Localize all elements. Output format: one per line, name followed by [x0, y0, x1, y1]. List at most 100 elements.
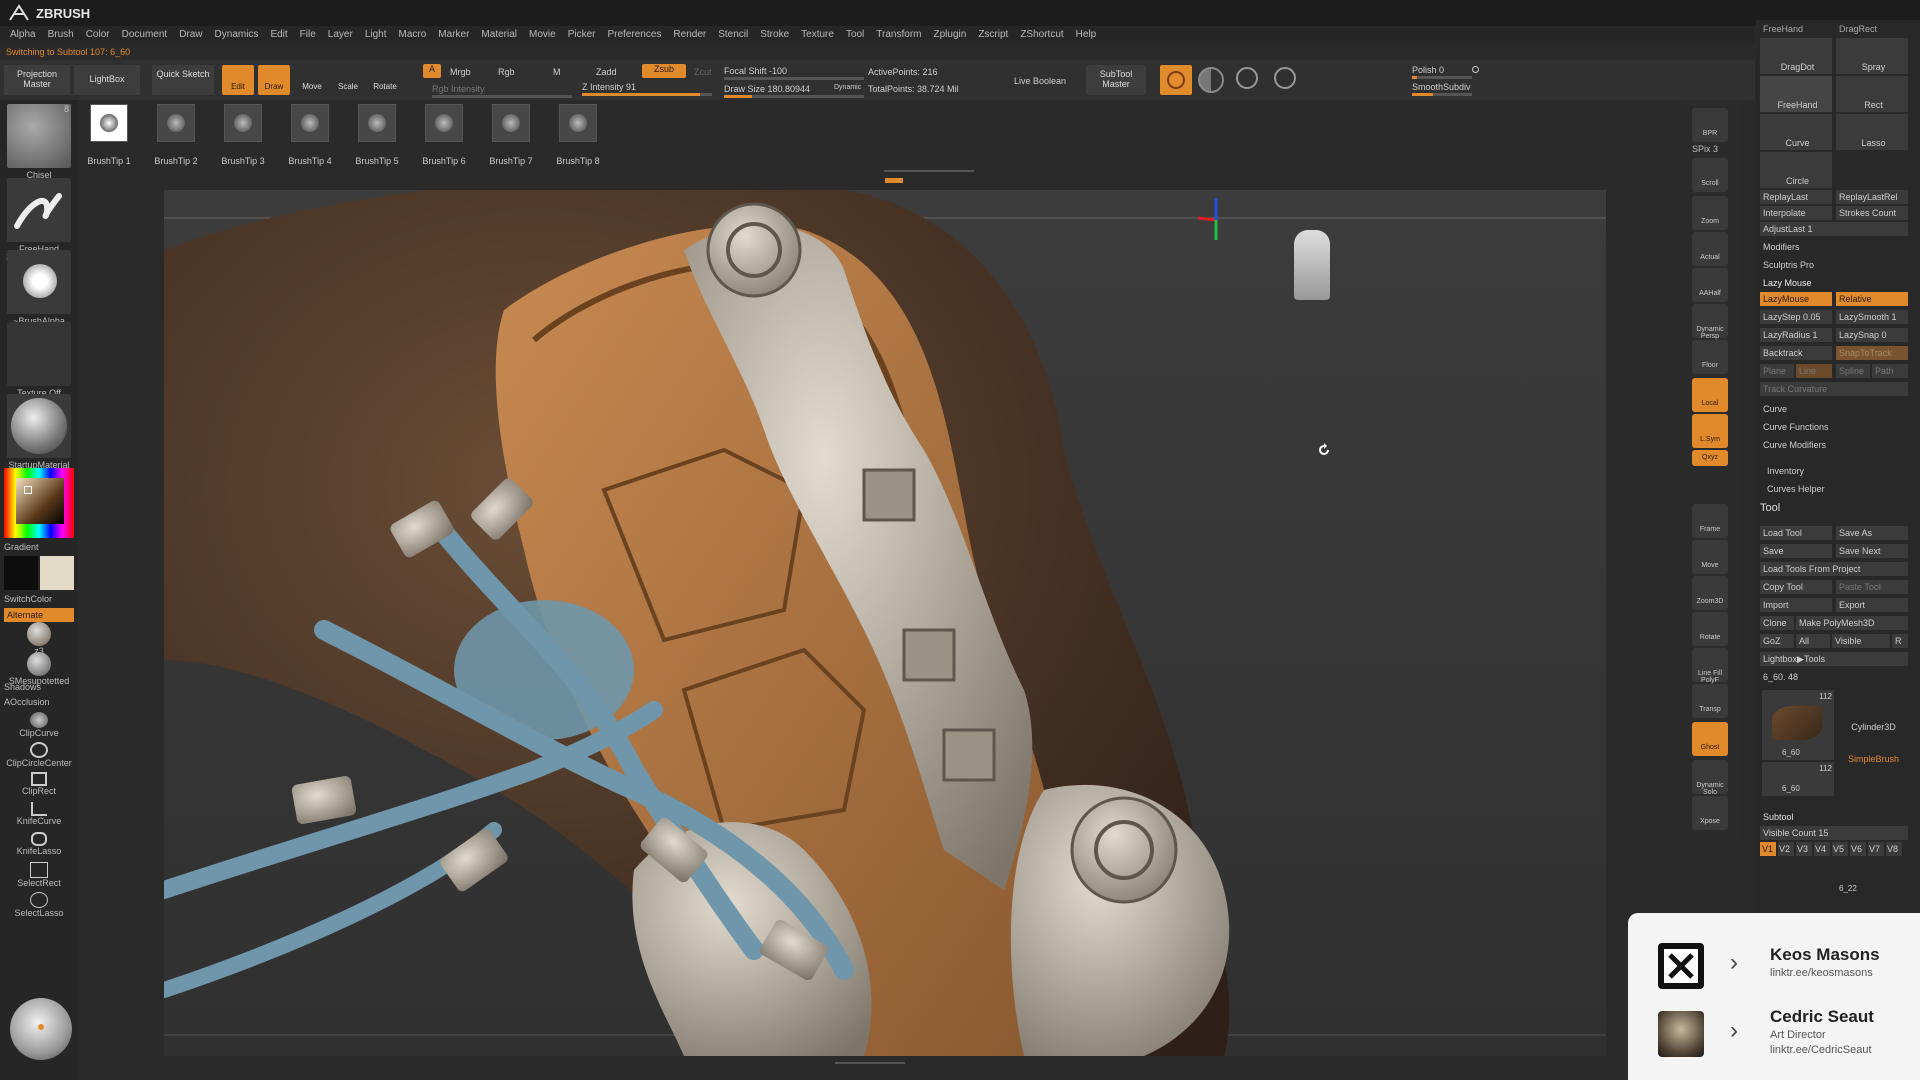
tool-palette-title[interactable]: Tool [1760, 502, 1780, 514]
rotate-button[interactable]: Rotate [368, 65, 402, 95]
projection-master-button[interactable]: Projection Master [4, 65, 70, 95]
replay-last-button[interactable]: ReplayLast [1760, 190, 1832, 204]
polish-slider[interactable]: Polish 0 [1412, 65, 1444, 75]
scroll-button[interactable]: Scroll [1692, 158, 1728, 192]
subtool-master-button[interactable]: SubTool Master [1086, 65, 1146, 95]
move-button[interactable]: Move [296, 65, 328, 95]
tool-thumb-second[interactable]: 112 6_60 [1762, 762, 1834, 796]
aahalf-button[interactable]: AAHalf [1692, 268, 1728, 302]
brush-tip[interactable]: BrushTip 2 [151, 104, 201, 166]
symmetry-d-icon[interactable] [1236, 67, 1258, 89]
lazysmooth-slider[interactable]: LazySmooth 1 [1836, 310, 1908, 324]
clone-button[interactable]: Clone [1760, 616, 1794, 630]
curve-functions-section[interactable]: Curve Functions [1760, 420, 1908, 434]
load-tools-from-project-button[interactable]: Load Tools From Project [1760, 562, 1908, 576]
strokes-count-slider[interactable]: Strokes Count [1836, 206, 1908, 220]
xpose-button[interactable]: Xpose [1692, 796, 1728, 830]
save-button[interactable]: Save [1760, 544, 1832, 558]
zcut-toggle[interactable]: Zcut [694, 67, 712, 77]
menu-edit[interactable]: Edit [264, 26, 293, 44]
zoom3d-button[interactable]: Zoom3D [1692, 576, 1728, 610]
export-button[interactable]: Export [1836, 598, 1908, 612]
goz-all-button[interactable]: All [1796, 634, 1830, 648]
menu-file[interactable]: File [294, 26, 322, 44]
navigation-sphere[interactable] [10, 998, 72, 1060]
floor-button[interactable]: Floor [1692, 340, 1728, 374]
mrgb-toggle[interactable]: Mrgb [450, 67, 471, 77]
selectrect-brush[interactable]: SelectRect [4, 862, 74, 888]
cliprect-brush[interactable]: ClipRect [4, 772, 74, 796]
menu-tool[interactable]: Tool [840, 26, 870, 44]
track-curvature-slider[interactable]: Track Curvature [1760, 382, 1908, 396]
polish-track[interactable] [1412, 76, 1472, 79]
zsub-toggle[interactable]: Zsub [642, 64, 686, 78]
lightbox-button[interactable]: LightBox [74, 65, 140, 95]
inventory-section[interactable]: Inventory [1764, 464, 1908, 478]
backtrack-toggle[interactable]: Backtrack [1760, 346, 1832, 360]
menu-stroke[interactable]: Stroke [754, 26, 795, 44]
stroke-freehand[interactable]: FreeHand [4, 178, 74, 254]
move-view-button[interactable]: Move [1692, 540, 1728, 574]
stroke-dragrect-top[interactable]: DragRect [1836, 22, 1908, 36]
shading-sphere-icon[interactable] [1198, 67, 1224, 93]
axis-gizmo-icon[interactable] [1174, 190, 1254, 270]
dynamic-toggle[interactable]: Dynamic [834, 84, 861, 91]
lazymouse-toggle[interactable]: LazyMouse [1760, 292, 1832, 306]
tool-thumb-current[interactable]: 112 6_60 [1762, 690, 1834, 760]
version-v1[interactable]: V1 [1760, 842, 1776, 856]
subtool-section[interactable]: Subtool [1760, 810, 1908, 824]
menu-marker[interactable]: Marker [432, 26, 475, 44]
symmetry-s-icon[interactable] [1274, 67, 1296, 89]
curve-section[interactable]: Curve [1760, 402, 1908, 416]
alpha-selector[interactable]: 3D ~BrushAlpha [4, 250, 74, 326]
smooth-subdiv-slider[interactable]: SmoothSubdiv [1412, 82, 1471, 92]
relative-toggle[interactable]: Relative [1836, 292, 1908, 306]
menu-zscript[interactable]: Zscript [972, 26, 1014, 44]
edit-button[interactable]: Edit [222, 65, 254, 95]
menu-zplugin[interactable]: Zplugin [928, 26, 973, 44]
adjust-last-slider[interactable]: AdjustLast 1 [1760, 222, 1908, 236]
clipcurve-brush[interactable]: ClipCurve [4, 712, 74, 738]
lazyradius-slider[interactable]: LazyRadius 1 [1760, 328, 1832, 342]
solo-button[interactable]: Dynamic Solo [1692, 760, 1728, 796]
rgb-toggle[interactable]: Rgb [498, 67, 515, 77]
brush-tip[interactable]: BrushTip 7 [486, 104, 536, 166]
brush-tip[interactable]: BrushTip 3 [218, 104, 268, 166]
visible-count-slider[interactable]: Visible Count 15 [1760, 826, 1908, 840]
rotate-view-button[interactable]: Rotate [1692, 612, 1728, 646]
menu-zshortcut[interactable]: ZShortcut [1014, 26, 1069, 44]
menu-document[interactable]: Document [116, 26, 174, 44]
menu-render[interactable]: Render [667, 26, 712, 44]
actual-button[interactable]: Actual [1692, 232, 1728, 266]
menu-texture[interactable]: Texture [795, 26, 840, 44]
secondary-color-swatch[interactable] [4, 556, 38, 590]
ghost-button[interactable]: Ghost [1692, 722, 1728, 756]
stroke-dragdot[interactable]: DragDot [1760, 38, 1832, 74]
polish-radio-icon[interactable] [1472, 66, 1479, 73]
current-brush-chisel[interactable]: 8 Chisel [4, 104, 74, 180]
brush-tip[interactable]: BrushTip 5 [352, 104, 402, 166]
stroke-freehand[interactable]: FreeHand [1760, 76, 1832, 112]
replay-last-rel-button[interactable]: ReplayLastRel [1836, 190, 1908, 204]
canvas-viewport[interactable] [164, 190, 1606, 1056]
z3-sphere[interactable]: z3 [4, 622, 74, 656]
stroke-lasso[interactable]: Lasso [1836, 114, 1908, 150]
aocclusion-toggle[interactable]: AOcclusion [4, 697, 74, 707]
save-next-button[interactable]: Save Next [1836, 544, 1908, 558]
bpr-button[interactable]: BPR [1692, 108, 1728, 142]
frame-button[interactable]: Frame [1692, 504, 1728, 538]
cylinder3d-tool[interactable]: Cylinder3D [1836, 690, 1908, 740]
m-toggle[interactable]: M [553, 67, 561, 77]
scale-button[interactable]: Scale [332, 65, 364, 95]
menu-brush[interactable]: Brush [42, 26, 80, 44]
spline-toggle[interactable]: Spline [1836, 364, 1870, 378]
version-v8[interactable]: V8 [1886, 842, 1902, 856]
persp-button[interactable]: Dynamic Persp [1692, 304, 1728, 340]
polyf-button[interactable]: Line Fill PolyF [1692, 648, 1728, 684]
path-toggle[interactable]: Path [1872, 364, 1908, 378]
sculptris-pro-section[interactable]: Sculptris Pro [1760, 258, 1908, 272]
menu-movie[interactable]: Movie [523, 26, 562, 44]
make-polymesh3d-button[interactable]: Make PolyMesh3D [1796, 616, 1908, 630]
alternate-toggle[interactable]: Alternate [4, 608, 74, 622]
smooth-subdiv-track[interactable] [1412, 93, 1472, 96]
